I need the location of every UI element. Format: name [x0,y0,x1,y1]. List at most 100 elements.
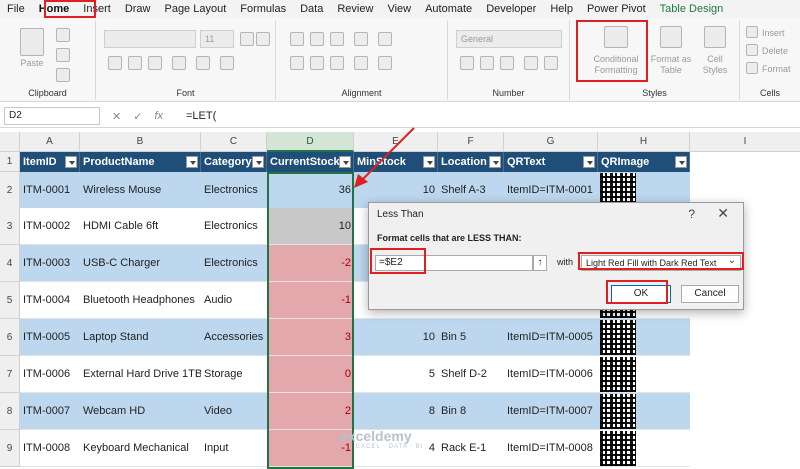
table-cell-category[interactable]: Storage [201,356,267,393]
header-qrimage[interactable]: QRImage [598,152,690,172]
table-cell-product[interactable]: Keyboard Mechanical [80,430,201,467]
collapse-dialog-icon[interactable]: ↑ [533,255,547,271]
table-cell-qr[interactable]: ItemID=ITM-0007 [504,393,598,430]
table-cell-qr[interactable]: ItemID=ITM-0005 [504,319,598,356]
format-as-table-icon[interactable] [660,26,682,48]
bold-icon[interactable] [108,56,122,70]
format-as-table-button[interactable]: Format as Table [650,54,692,76]
menu-draw[interactable]: Draw [118,0,158,18]
table-cell-product[interactable]: Webcam HD [80,393,201,430]
wrap-text-icon[interactable] [378,32,392,46]
table-cell-id[interactable]: ITM-0005 [20,319,80,356]
insert-icon[interactable] [746,26,758,38]
table-cell-id[interactable]: ITM-0003 [20,245,80,282]
menu-table-design[interactable]: Table Design [653,0,731,18]
table-cell-loc[interactable]: Bin 8 [438,393,504,430]
header-qrtext[interactable]: QRText [504,152,598,172]
table-cell-category[interactable]: Electronics [201,172,267,209]
format-button[interactable]: Format [762,64,798,75]
indent-icon[interactable] [354,56,368,70]
row-header[interactable]: 6 [0,319,20,356]
row-header[interactable]: 3 [0,208,20,245]
column-header-f[interactable]: F [438,132,504,152]
close-icon[interactable]: ✕ [717,205,729,222]
menu-file[interactable]: File [0,0,32,18]
table-cell-product[interactable]: Wireless Mouse [80,172,201,209]
font-color-icon[interactable] [220,56,234,70]
menu-power-pivot[interactable]: Power Pivot [580,0,653,18]
paste-button[interactable]: Paste [10,58,54,69]
fill-color-icon[interactable] [196,56,210,70]
orientation-icon[interactable] [354,32,368,46]
align-middle-icon[interactable] [310,32,324,46]
filter-dropdown-icon[interactable] [252,156,264,168]
number-format-combo[interactable]: General [456,30,562,48]
align-right-icon[interactable] [330,56,344,70]
table-cell-category[interactable]: Electronics [201,245,267,282]
table-cell-id[interactable]: ITM-0007 [20,393,80,430]
delete-icon[interactable] [746,44,758,56]
filter-dropdown-icon[interactable] [583,156,595,168]
cell-styles-icon[interactable] [704,26,726,48]
column-header-a[interactable]: A [20,132,80,152]
font-name-combo[interactable] [104,30,196,48]
font-size-combo[interactable]: 11 [200,30,234,48]
table-cell-min[interactable]: 5 [354,356,438,393]
cancel-icon[interactable]: ✕ [112,110,121,123]
merge-center-icon[interactable] [378,56,392,70]
fx-icon[interactable]: fx [154,110,163,122]
row-header[interactable]: 5 [0,282,20,319]
header-itemid[interactable]: ItemID [20,152,80,172]
column-header-c[interactable]: C [201,132,267,152]
table-cell-loc[interactable]: Rack E-1 [438,430,504,467]
table-cell-qr[interactable]: ItemID=ITM-0008 [504,430,598,467]
menu-help[interactable]: Help [543,0,580,18]
table-cell-qrimage[interactable] [598,393,690,430]
table-cell-stock[interactable]: -1 [267,282,354,319]
row-header[interactable]: 8 [0,393,20,430]
table-cell-product[interactable]: Bluetooth Headphones [80,282,201,319]
table-cell-category[interactable]: Video [201,393,267,430]
align-bottom-icon[interactable] [330,32,344,46]
row-header[interactable]: 9 [0,430,20,467]
filter-dropdown-icon[interactable] [423,156,435,168]
enter-icon[interactable]: ✓ [133,110,142,123]
row-header[interactable]: 2 [0,172,20,209]
cancel-button[interactable]: Cancel [681,285,739,303]
table-cell-loc[interactable]: Shelf D-2 [438,356,504,393]
select-all-corner[interactable] [0,132,20,152]
row-header[interactable]: 4 [0,245,20,282]
table-cell-stock[interactable]: 10 [267,208,354,245]
header-category[interactable]: Category [201,152,267,172]
formula-input[interactable]: =LET( [186,107,216,125]
table-cell-qrimage[interactable] [598,319,690,356]
row-header[interactable]: 7 [0,356,20,393]
column-header-h[interactable]: H [598,132,690,152]
cell-styles-button[interactable]: Cell Styles [696,54,734,76]
table-cell-id[interactable]: ITM-0002 [20,208,80,245]
align-left-icon[interactable] [290,56,304,70]
table-cell-category[interactable]: Audio [201,282,267,319]
filter-dropdown-icon[interactable] [186,156,198,168]
italic-icon[interactable] [128,56,142,70]
table-cell-stock[interactable]: 0 [267,356,354,393]
filter-dropdown-icon[interactable] [489,156,501,168]
table-cell-id[interactable]: ITM-0001 [20,172,80,209]
table-cell-product[interactable]: External Hard Drive 1TB [80,356,201,393]
row-header-1[interactable]: 1 [0,152,20,172]
column-header-g[interactable]: G [504,132,598,152]
decrease-font-icon[interactable] [256,32,270,46]
paste-icon[interactable] [20,28,44,56]
table-cell-stock[interactable]: -2 [267,245,354,282]
currency-icon[interactable] [460,56,474,70]
copy-icon[interactable] [56,48,70,62]
increase-decimal-icon[interactable] [524,56,538,70]
header-productname[interactable]: ProductName [80,152,201,172]
decrease-decimal-icon[interactable] [544,56,558,70]
align-center-icon[interactable] [310,56,324,70]
menu-data[interactable]: Data [293,0,330,18]
table-cell-stock[interactable]: 2 [267,393,354,430]
percent-icon[interactable] [480,56,494,70]
menu-review[interactable]: Review [330,0,380,18]
table-cell-qrimage[interactable] [598,430,690,467]
